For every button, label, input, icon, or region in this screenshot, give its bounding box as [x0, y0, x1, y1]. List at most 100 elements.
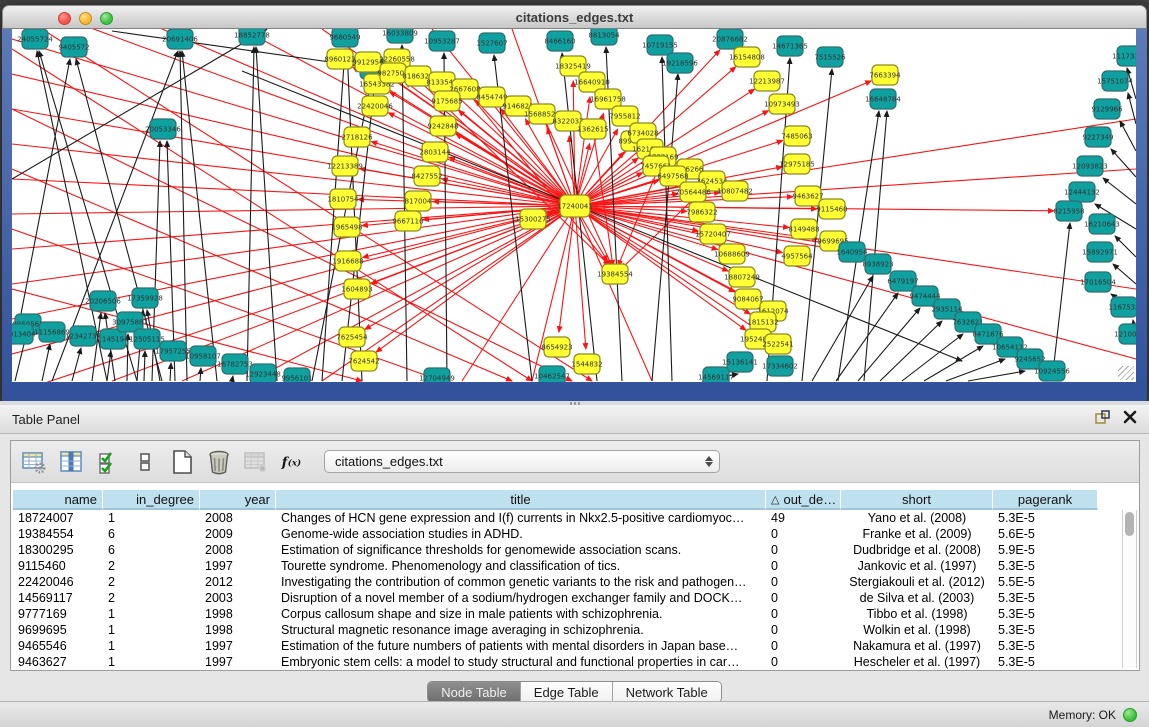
graph-node[interactable]: 8427552: [411, 166, 442, 186]
table-selector-dropdown[interactable]: citations_edges.txt: [324, 450, 720, 473]
graph-node[interactable]: 9129966: [1091, 99, 1123, 119]
graph-node[interactable]: 817004: [405, 191, 432, 211]
show-columns-icon[interactable]: [57, 448, 85, 476]
table-settings-icon[interactable]: [20, 448, 48, 476]
graph-node[interactable]: 1965498: [331, 217, 362, 237]
graph-node[interactable]: 10807482: [717, 181, 753, 201]
graph-node[interactable]: 14569117: [698, 367, 734, 382]
graph-node[interactable]: 19384554: [597, 264, 633, 284]
scrollbar-thumb[interactable]: [1125, 512, 1134, 536]
graph-node[interactable]: 14671365: [772, 36, 808, 56]
graph-node[interactable]: 2803144: [419, 142, 451, 162]
graph-node[interactable]: 12704949: [419, 368, 455, 382]
graph-node[interactable]: 15300275: [515, 209, 551, 229]
column-header-name[interactable]: name: [13, 489, 103, 510]
graph-node[interactable]: 10719155: [642, 35, 678, 55]
row-height-icon[interactable]: [131, 448, 159, 476]
graph-node[interactable]: 7624542: [348, 351, 379, 371]
graph-node[interactable]: 1527607: [476, 33, 507, 53]
tab-edge-table[interactable]: Edge Table: [521, 682, 613, 702]
graph-node[interactable]: 1362615: [577, 119, 608, 139]
graph-node[interactable]: 2718126: [341, 127, 373, 147]
tab-node-table[interactable]: Node Table: [428, 682, 521, 702]
graph-node[interactable]: 20206506: [85, 291, 121, 311]
table-row[interactable]: 969969511998Structural magnetic resonanc…: [13, 622, 1139, 638]
table-row[interactable]: 2242004622012Investigating the contribut…: [13, 574, 1139, 590]
graph-node[interactable]: 12093823: [1072, 156, 1108, 176]
table-row[interactable]: 1456911722003Disruption of a novel membe…: [13, 590, 1139, 606]
graph-node[interactable]: 8813054: [588, 29, 620, 45]
table-row[interactable]: 977716911998Corpus callosum shape and si…: [13, 606, 1139, 622]
float-window-icon[interactable]: [1095, 410, 1111, 429]
graph-node[interactable]: 16033809: [382, 29, 418, 43]
panel-divider[interactable]: [0, 401, 1149, 405]
graph-node[interactable]: 12213987: [749, 71, 785, 91]
graph-node[interactable]: 17334602: [762, 356, 798, 376]
graph-node[interactable]: 9115460: [816, 199, 847, 219]
network-view[interactable]: 2405572494055722069140618852778968054916…: [12, 29, 1136, 382]
function-builder-icon[interactable]: f (x): [279, 448, 307, 476]
graph-node[interactable]: 2522541: [762, 334, 793, 354]
graph-node[interactable]: 12923448: [245, 364, 281, 382]
table-row[interactable]: 1872400712008Changes of HCN gene express…: [13, 510, 1139, 526]
graph-node[interactable]: 16210643: [1084, 214, 1120, 234]
graph-node[interactable]: 3913404: [12, 324, 36, 344]
graph-node[interactable]: 20876682: [712, 29, 748, 49]
graph-node[interactable]: 8466160: [544, 31, 575, 51]
table-row[interactable]: 1938455462009Genome-wide association stu…: [13, 526, 1139, 542]
graph-node[interactable]: 8215958: [1053, 201, 1084, 221]
graph-node[interactable]: 10924556: [1034, 361, 1070, 381]
graph-node[interactable]: 9175685: [431, 91, 462, 111]
network-canvas[interactable]: 2405572494055722069140618852778968054916…: [12, 29, 1136, 382]
graph-node[interactable]: 7515526: [814, 47, 846, 67]
graph-node[interactable]: 10953287: [424, 31, 460, 51]
graph-node[interactable]: 18807249: [724, 267, 760, 287]
graph-node[interactable]: 20691406: [162, 29, 198, 49]
graph-node[interactable]: 12342737: [65, 326, 101, 346]
table-row[interactable]: 946362711997Embryonic stem cells: a mode…: [13, 654, 1139, 670]
graph-node[interactable]: 1916688: [332, 251, 363, 271]
graph-node[interactable]: 1604893: [341, 279, 372, 299]
graph-node[interactable]: 9680549: [329, 29, 360, 47]
graph-node[interactable]: 12975185: [779, 154, 815, 174]
close-panel-icon[interactable]: [1123, 410, 1137, 429]
graph-node[interactable]: 9242848: [427, 116, 458, 136]
graph-node[interactable]: 7663394: [869, 65, 901, 85]
graph-node[interactable]: 17016504: [1080, 272, 1116, 292]
graph-node[interactable]: 22420046: [357, 96, 393, 116]
graph-node[interactable]: 1640954: [836, 242, 868, 262]
column-header-in_degree[interactable]: in_degree: [103, 489, 200, 510]
column-header-out_de[interactable]: △out_de…: [766, 489, 841, 510]
graph-node[interactable]: 16154808: [729, 47, 765, 67]
tab-network-table[interactable]: Network Table: [613, 682, 721, 702]
graph-node[interactable]: 19218596: [662, 53, 698, 73]
graph-node[interactable]: 18852778: [234, 29, 270, 45]
graph-node[interactable]: 4957564: [781, 246, 813, 266]
graph-node[interactable]: 7625454: [336, 327, 368, 347]
graph-node[interactable]: 12213389: [327, 156, 363, 176]
table-row[interactable]: 946554611997Estimation of the future num…: [13, 638, 1139, 654]
graph-node[interactable]: 8654923: [541, 337, 572, 357]
table-row[interactable]: 1830029562008Estimation of significance …: [13, 542, 1139, 558]
delete-entries-icon[interactable]: [205, 448, 233, 476]
graph-node[interactable]: 7986322: [686, 202, 717, 222]
select-rows-icon[interactable]: [94, 448, 122, 476]
graph-node[interactable]: 12100454: [1114, 324, 1136, 344]
resize-grip-icon[interactable]: [1118, 366, 1134, 380]
graph-node[interactable]: 16648784: [865, 89, 901, 109]
graph-node[interactable]: 10958107: [185, 346, 221, 366]
graph-node[interactable]: 1544832: [571, 354, 602, 374]
graph-node[interactable]: 9405572: [58, 37, 89, 57]
column-header-title[interactable]: title: [276, 489, 766, 510]
graph-node[interactable]: 9667110: [392, 211, 423, 231]
graph-node[interactable]: 12444132: [1064, 182, 1100, 202]
column-header-short[interactable]: short: [841, 489, 993, 510]
graph-node[interactable]: 17240041: [557, 195, 593, 217]
column-header-year[interactable]: year: [200, 489, 276, 510]
graph-node[interactable]: 10462547: [534, 366, 570, 382]
graph-node[interactable]: 9084067: [732, 289, 763, 309]
table-row[interactable]: 911546021997Tourette syndrome. Phenomeno…: [13, 558, 1139, 574]
network-window-titlebar[interactable]: citations_edges.txt: [2, 5, 1147, 29]
graph-node[interactable]: 8149488: [788, 219, 819, 239]
graph-node[interactable]: 10973493: [764, 94, 800, 114]
